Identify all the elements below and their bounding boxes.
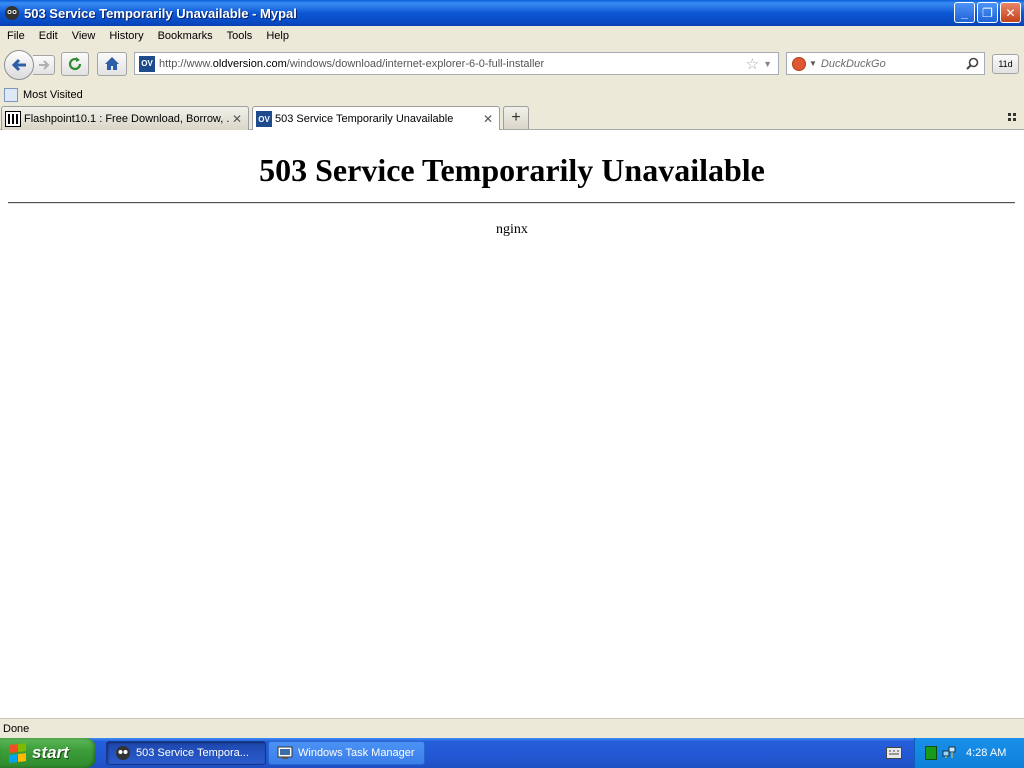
- plus-icon: +: [511, 109, 521, 126]
- status-text: Done: [3, 722, 30, 735]
- server-name: nginx: [496, 222, 528, 237]
- most-visited-folder-icon: [4, 87, 18, 102]
- taskbar: start 503 Service Tempora... Windows Tas…: [0, 738, 1024, 768]
- mypal-app-icon: [115, 745, 131, 761]
- search-bar[interactable]: ▼ DuckDuckGo: [786, 52, 985, 75]
- oldversion-icon: OV: [256, 111, 272, 127]
- search-icon[interactable]: [966, 57, 979, 70]
- taskbar-item-task-manager[interactable]: Windows Task Manager: [268, 741, 425, 765]
- close-window-button[interactable]: ✕: [1000, 2, 1021, 23]
- bookmarks-toolbar: Most Visited: [0, 84, 1024, 105]
- menu-view[interactable]: View: [65, 30, 103, 42]
- new-tab-button[interactable]: +: [503, 106, 529, 129]
- status-bar: Done: [0, 718, 1024, 738]
- site-favicon: OV: [139, 55, 155, 72]
- tab-label: Flashpoint10.1 : Free Download, Borrow, …: [24, 112, 230, 125]
- reload-button[interactable]: [61, 52, 89, 76]
- taskbar-item-label: 503 Service Tempora...: [136, 747, 249, 759]
- keyboard-language-icon[interactable]: [886, 747, 902, 759]
- list-all-tabs-icon[interactable]: [1008, 113, 1018, 121]
- page-heading: 503 Service Temporarily Unavailable: [259, 152, 765, 188]
- window-titlebar[interactable]: 503 Service Temporarily Unavailable - My…: [0, 0, 1024, 26]
- address-bar[interactable]: OV http://www.oldversion.com/windows/dow…: [134, 52, 779, 75]
- tab-strip: Flashpoint10.1 : Free Download, Borrow, …: [0, 105, 1024, 131]
- search-engine-dropdown-icon[interactable]: ▼: [809, 59, 817, 68]
- system-tray: 4:28 AM: [914, 738, 1024, 768]
- tab-label: 503 Service Temporarily Unavailable: [275, 113, 454, 125]
- tab-flashpoint[interactable]: Flashpoint10.1 : Free Download, Borrow, …: [1, 106, 249, 130]
- start-button[interactable]: start: [0, 738, 96, 768]
- back-arrow-icon: [11, 58, 26, 72]
- task-manager-icon: [277, 745, 293, 761]
- mypal-app-icon: [4, 5, 20, 21]
- home-icon: [105, 57, 119, 70]
- tab-close-icon[interactable]: ✕: [230, 112, 244, 126]
- archive-org-icon: [5, 110, 21, 127]
- page-content: 503 Service Temporarily Unavailable ngin…: [0, 130, 1024, 718]
- restore-icon: ❐: [982, 5, 993, 20]
- taskbar-item-browser[interactable]: 503 Service Tempora...: [106, 741, 266, 765]
- most-visited-bookmark[interactable]: Most Visited: [23, 89, 83, 101]
- menu-bookmarks[interactable]: Bookmarks: [151, 30, 220, 42]
- maximize-button[interactable]: ❐: [977, 2, 998, 23]
- bookmark-star-icon[interactable]: ☆: [746, 55, 759, 73]
- duckduckgo-engine-icon[interactable]: [792, 56, 806, 71]
- back-button[interactable]: [4, 50, 34, 80]
- menu-help[interactable]: Help: [259, 30, 296, 42]
- menu-history[interactable]: History: [102, 30, 150, 42]
- taskbar-item-label: Windows Task Manager: [298, 747, 415, 759]
- tray-green-icon[interactable]: [925, 746, 937, 760]
- search-input[interactable]: DuckDuckGo: [821, 58, 966, 70]
- menu-edit[interactable]: Edit: [32, 30, 65, 42]
- extension-button[interactable]: 11d: [992, 54, 1019, 74]
- home-button[interactable]: [97, 52, 127, 76]
- clock: 4:28 AM: [966, 747, 1007, 759]
- close-icon: ✕: [1005, 5, 1016, 20]
- url-prefix: http://www.: [159, 57, 213, 70]
- network-icon[interactable]: [942, 745, 956, 762]
- url-path: /windows/download/internet-explorer-6-0-…: [286, 57, 545, 70]
- menu-tools[interactable]: Tools: [220, 30, 260, 42]
- window-title: 503 Service Temporarily Unavailable - My…: [24, 5, 297, 21]
- url-history-dropdown-icon[interactable]: ▼: [763, 59, 772, 69]
- forward-button[interactable]: [33, 55, 55, 75]
- minimize-button[interactable]: _: [954, 2, 975, 23]
- menu-file[interactable]: File: [0, 30, 32, 42]
- tab-close-icon[interactable]: ✕: [481, 112, 495, 126]
- minimize-icon: _: [961, 5, 968, 20]
- forward-arrow-icon: [38, 60, 49, 70]
- url-field[interactable]: http://www.oldversion.com/windows/downlo…: [159, 58, 746, 70]
- horizontal-rule: [8, 202, 1015, 204]
- windows-logo-icon: [9, 743, 27, 763]
- url-domain: oldversion.com: [212, 57, 287, 70]
- start-label: start: [32, 743, 69, 762]
- tab-503-service[interactable]: OV 503 Service Temporarily Unavailable ✕: [252, 106, 500, 131]
- menu-bar: File Edit View History Bookmarks Tools H…: [0, 26, 1024, 46]
- reload-icon: [68, 57, 82, 71]
